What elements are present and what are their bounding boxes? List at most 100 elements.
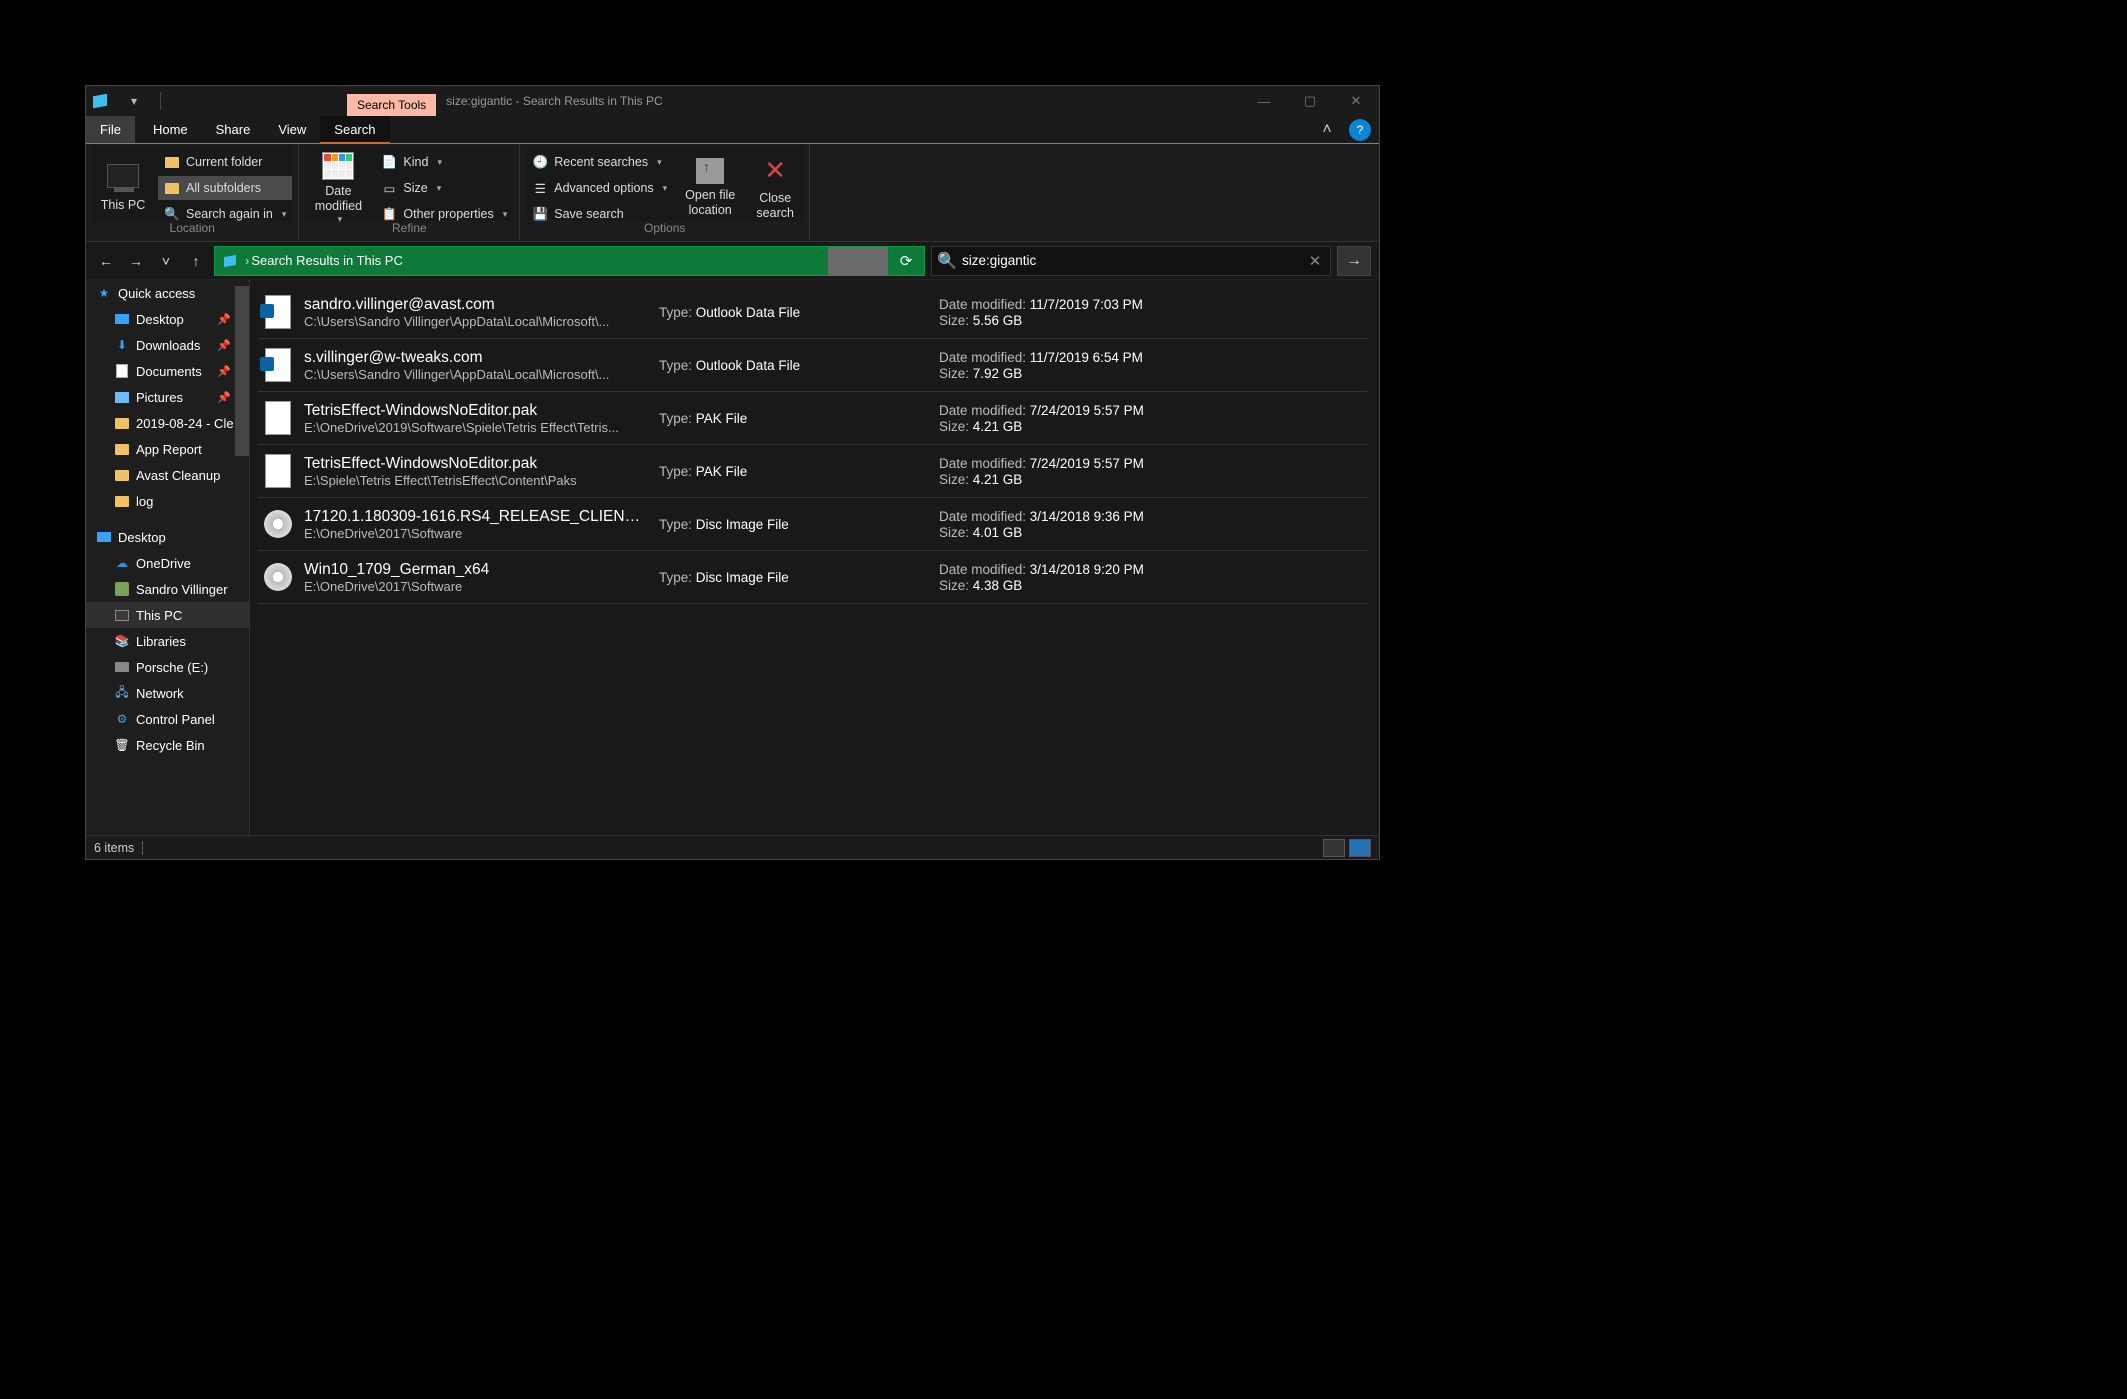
tab-home[interactable]: Home [139, 116, 202, 143]
result-name: TetrisEffect-WindowsNoEditor.pak [304, 402, 649, 420]
help-button[interactable]: ? [1349, 119, 1371, 141]
result-row[interactable]: sandro.villinger@avast.com C:\Users\Sand… [258, 286, 1367, 339]
tiles-view-button[interactable] [1349, 839, 1371, 857]
tree-scrollbar[interactable] [235, 286, 249, 456]
group-label-options: Options [526, 221, 803, 239]
kind-dropdown[interactable]: 📄Kind [375, 150, 513, 174]
nav-bar: ← → ˅ ↑ › Search Results in This PC ⟳ 🔍 … [86, 242, 1379, 280]
net-icon: 🖧 [114, 685, 130, 701]
fold-icon [114, 441, 130, 457]
open-file-location-label: Open file location [677, 188, 743, 218]
tree-item[interactable]: ⚙Control Panel [86, 706, 249, 732]
quick-access-label: Quick access [118, 286, 195, 301]
tree-item[interactable]: Avast Cleanup [86, 462, 249, 488]
details-view-button[interactable] [1323, 839, 1345, 857]
result-row[interactable]: Win10_1709_German_x64 E:\OneDrive\2017\S… [258, 551, 1367, 604]
size-icon: ▭ [381, 180, 397, 196]
kind-icon: 📄 [381, 154, 397, 170]
tree-item[interactable]: 2019-08-24 - Cle [86, 410, 249, 436]
tree-item-label: Avast Cleanup [136, 468, 220, 483]
tab-file[interactable]: File [86, 116, 135, 143]
current-folder-option[interactable]: Current folder [158, 150, 292, 174]
close-button[interactable]: ✕ [1333, 86, 1379, 116]
tab-search[interactable]: Search [320, 116, 389, 144]
result-path: E:\OneDrive\2017\Software [304, 526, 649, 541]
tree-item[interactable]: Sandro Villinger [86, 576, 249, 602]
tree-item[interactable]: Documents📌 [86, 358, 249, 384]
this-pc-button[interactable]: This PC [92, 150, 154, 226]
search-input[interactable] [962, 253, 1300, 268]
close-search-button[interactable]: ✕ Close search [747, 150, 803, 226]
result-name: Win10_1709_German_x64 [304, 561, 649, 579]
ribbon-group-location: This PC Current folder All subfolders 🔍S… [86, 144, 299, 241]
tree-item[interactable]: ⬇Downloads📌 [86, 332, 249, 358]
tree-item[interactable]: Desktop📌 [86, 306, 249, 332]
tree-item[interactable]: log [86, 488, 249, 514]
file-type-icon [262, 398, 294, 438]
file-type-icon [262, 345, 294, 385]
desktop-icon [96, 529, 112, 545]
tree-item-label: 2019-08-24 - Cle [136, 416, 234, 431]
clear-search-button[interactable]: ✕ [1300, 252, 1330, 270]
cp-icon: ⚙ [114, 711, 130, 727]
result-row[interactable]: TetrisEffect-WindowsNoEditor.pak E:\OneD… [258, 392, 1367, 445]
tree-item[interactable]: 🗑Recycle Bin [86, 732, 249, 758]
tree-quick-access[interactable]: ★Quick access [86, 280, 249, 306]
pic-icon [114, 389, 130, 405]
tree-item[interactable]: ☁OneDrive [86, 550, 249, 576]
tree-item[interactable]: Pictures📌 [86, 384, 249, 410]
result-row[interactable]: 17120.1.180309-1616.RS4_RELEASE_CLIENTCO… [258, 498, 1367, 551]
search-icon: 🔍 [932, 251, 962, 271]
x-icon: ✕ [764, 155, 786, 186]
search-go-button[interactable]: → [1337, 246, 1371, 276]
save-icon: 💾 [532, 206, 548, 222]
result-type: Type: Disc Image File [659, 517, 929, 532]
tree-item[interactable]: 📚Libraries [86, 628, 249, 654]
date-modified-dropdown[interactable]: Date modified [305, 150, 371, 226]
up-button[interactable]: ↑ [184, 249, 208, 273]
result-meta: Date modified: 3/14/2018 9:36 PM Size: 4… [939, 508, 1363, 541]
result-row[interactable]: TetrisEffect-WindowsNoEditor.pak E:\Spie… [258, 445, 1367, 498]
tree-item-label: Desktop [136, 312, 184, 327]
recent-searches-dropdown[interactable]: 🕘Recent searches [526, 150, 673, 174]
breadcrumb[interactable]: Search Results in This PC [249, 253, 828, 268]
advanced-options-dropdown[interactable]: ☰Advanced options [526, 176, 673, 200]
minimize-button[interactable]: — [1241, 86, 1287, 116]
recent-locations-button[interactable]: ˅ [154, 249, 178, 273]
tree-item[interactable]: App Report [86, 436, 249, 462]
all-subfolders-option[interactable]: All subfolders [158, 176, 292, 200]
open-file-location-button[interactable]: Open file location [677, 150, 743, 226]
result-meta: Date modified: 11/7/2019 6:54 PM Size: 7… [939, 349, 1363, 382]
refresh-button[interactable]: ⟳ [888, 247, 924, 275]
maximize-button[interactable]: ▢ [1287, 86, 1333, 116]
result-type: Type: PAK File [659, 411, 929, 426]
search-again-label: Search again in [186, 207, 273, 221]
qat-dropdown[interactable]: ▾ [114, 94, 154, 108]
tree-item[interactable]: Porsche (E:) [86, 654, 249, 680]
address-bar[interactable]: › Search Results in This PC ⟳ [214, 246, 925, 276]
result-meta: Date modified: 7/24/2019 5:57 PM Size: 4… [939, 402, 1363, 435]
tree-item-label: Recycle Bin [136, 738, 205, 753]
other-properties-label: Other properties [403, 207, 493, 221]
tab-share[interactable]: Share [202, 116, 265, 143]
forward-button[interactable]: → [124, 249, 148, 273]
tree-item[interactable]: This PC [86, 602, 249, 628]
size-dropdown[interactable]: ▭Size [375, 176, 513, 200]
tree-item[interactable]: 🖧Network [86, 680, 249, 706]
result-row[interactable]: s.villinger@w-tweaks.com C:\Users\Sandro… [258, 339, 1367, 392]
group-label-refine: Refine [305, 221, 513, 239]
search-box[interactable]: 🔍 ✕ [931, 246, 1331, 276]
tree-item-label: App Report [136, 442, 202, 457]
search-tools-tab[interactable]: Search Tools [347, 94, 436, 116]
tab-view[interactable]: View [264, 116, 320, 143]
result-path: E:\Spiele\Tetris Effect\TetrisEffect\Con… [304, 473, 649, 488]
ribbon-collapse-button[interactable]: ˄ [1313, 116, 1341, 143]
tree-desktop[interactable]: Desktop [86, 524, 249, 550]
navigation-tree[interactable]: ★Quick access Desktop📌⬇Downloads📌Documen… [86, 280, 250, 835]
back-button[interactable]: ← [94, 249, 118, 273]
properties-icon: 📋 [381, 206, 397, 222]
content-pane: ★Quick access Desktop📌⬇Downloads📌Documen… [86, 280, 1379, 835]
ribbon-tabs: File Home Share View Search ˄ ? [86, 116, 1379, 144]
pin-icon: 📌 [217, 339, 231, 352]
location-icon [215, 256, 245, 266]
